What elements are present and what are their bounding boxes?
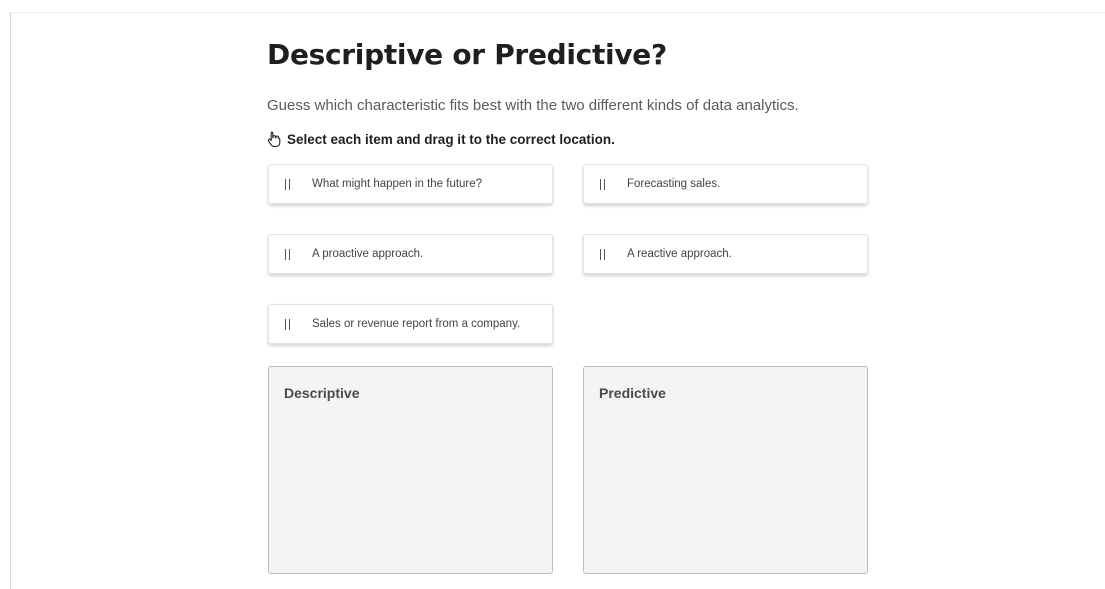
pointer-hand-icon bbox=[267, 131, 281, 148]
draggable-item[interactable]: What might happen in the future? bbox=[268, 164, 553, 204]
item-label: What might happen in the future? bbox=[312, 178, 483, 190]
drag-handle-icon[interactable] bbox=[285, 178, 290, 190]
item-label: A reactive approach. bbox=[627, 248, 732, 260]
page: Descriptive or Predictive? Guess which c… bbox=[0, 0, 1105, 589]
draggable-item[interactable]: Sales or revenue report from a company. bbox=[268, 304, 553, 344]
draggable-item[interactable]: Forecasting sales. bbox=[583, 164, 868, 204]
draggable-item[interactable]: A reactive approach. bbox=[583, 234, 868, 274]
instruction-text: Select each item and drag it to the corr… bbox=[287, 131, 615, 147]
drag-handle-icon[interactable] bbox=[600, 178, 605, 190]
item-label: Sales or revenue report from a company. bbox=[312, 318, 521, 330]
item-label: A proactive approach. bbox=[312, 248, 424, 260]
page-subtitle: Guess which characteristic fits best wit… bbox=[267, 97, 799, 114]
dropzone-title: Descriptive bbox=[284, 385, 360, 401]
item-label: Forecasting sales. bbox=[627, 178, 721, 190]
page-title: Descriptive or Predictive? bbox=[267, 38, 667, 71]
draggable-item[interactable]: A proactive approach. bbox=[268, 234, 553, 274]
drag-handle-icon[interactable] bbox=[285, 248, 290, 260]
dropzone-descriptive[interactable]: Descriptive bbox=[268, 366, 553, 574]
instruction: Select each item and drag it to the corr… bbox=[267, 131, 615, 148]
drag-handle-icon[interactable] bbox=[600, 248, 605, 260]
dropzone-title: Predictive bbox=[599, 385, 666, 401]
dropzone-predictive[interactable]: Predictive bbox=[583, 366, 868, 574]
drag-handle-icon[interactable] bbox=[285, 318, 290, 330]
